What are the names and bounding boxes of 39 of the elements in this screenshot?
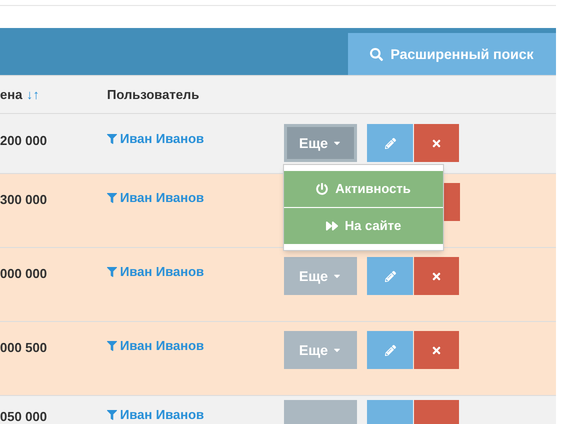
column-header[interactable]: ена bbox=[0, 84, 22, 104]
advanced-search-button[interactable]: Расширенный поиск bbox=[348, 33, 556, 75]
close-icon bbox=[431, 344, 442, 356]
filter-icon[interactable] bbox=[107, 340, 117, 351]
sort-arrows[interactable]: ↓↑ bbox=[26, 84, 40, 104]
menu-item[interactable]: На сайте bbox=[284, 208, 443, 244]
edit-button[interactable] bbox=[367, 124, 413, 162]
search-icon bbox=[370, 48, 384, 60]
pencil-icon bbox=[384, 138, 396, 148]
fast-forward-icon bbox=[326, 220, 338, 232]
filter-icon[interactable] bbox=[107, 134, 117, 144]
price-cell: 300 000 bbox=[0, 192, 47, 207]
pencil-icon bbox=[384, 270, 396, 282]
user-link[interactable]: Иван Иванов bbox=[120, 188, 204, 208]
edit-button[interactable] bbox=[367, 331, 413, 369]
user-link[interactable]: Иван Иванов bbox=[120, 129, 204, 148]
price-cell: 050 000 bbox=[0, 409, 47, 424]
delete-button[interactable] bbox=[414, 331, 459, 369]
more-button[interactable]: Еще bbox=[284, 257, 357, 295]
filter-icon[interactable] bbox=[107, 192, 117, 203]
pencil-icon bbox=[384, 344, 396, 356]
price-cell: 000 000 bbox=[0, 266, 47, 281]
delete-button[interactable] bbox=[414, 124, 459, 162]
column-header[interactable]: Пользователь bbox=[107, 84, 200, 104]
filter-icon[interactable] bbox=[107, 410, 117, 420]
more-button[interactable]: Еще bbox=[284, 124, 357, 162]
power-icon bbox=[316, 183, 328, 195]
close-icon bbox=[431, 270, 442, 282]
close-icon bbox=[431, 138, 442, 148]
price-cell: 200 000 bbox=[0, 133, 47, 148]
user-link[interactable]: Иван Иванов bbox=[120, 336, 204, 356]
user-link[interactable]: Иван Иванов bbox=[120, 262, 204, 282]
menu-item[interactable]: Активность bbox=[284, 171, 443, 207]
price-cell: 000 500 bbox=[0, 340, 47, 355]
edit-button[interactable] bbox=[367, 257, 413, 295]
user-link[interactable]: Иван Иванов bbox=[120, 405, 204, 424]
filter-icon[interactable] bbox=[107, 266, 117, 277]
delete-button[interactable] bbox=[414, 257, 459, 295]
more-button[interactable]: Еще bbox=[284, 331, 357, 369]
